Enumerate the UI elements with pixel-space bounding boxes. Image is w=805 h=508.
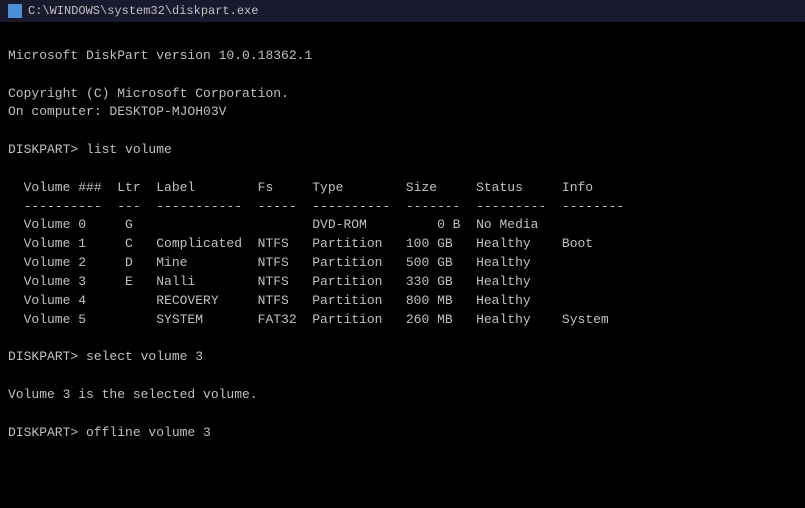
terminal-line: Volume 3 is the selected volume. [8, 386, 797, 405]
terminal-line: DISKPART> offline volume 3 [8, 424, 797, 443]
terminal-line: Volume 0 G DVD-ROM 0 B No Media [8, 216, 797, 235]
terminal-line: Microsoft DiskPart version 10.0.18362.1 [8, 47, 797, 66]
terminal-line: Volume 3 E Nalli NTFS Partition 330 GB H… [8, 273, 797, 292]
terminal-line: Volume 5 SYSTEM FAT32 Partition 260 MB H… [8, 311, 797, 330]
terminal-line: Volume 4 RECOVERY NTFS Partition 800 MB … [8, 292, 797, 311]
terminal-line [8, 66, 797, 85]
terminal-line: DISKPART> list volume [8, 141, 797, 160]
terminal-line: Volume 2 D Mine NTFS Partition 500 GB He… [8, 254, 797, 273]
terminal-line: Volume 1 C Complicated NTFS Partition 10… [8, 235, 797, 254]
terminal-line [8, 443, 797, 462]
terminal-line: ---------- --- ----------- ----- -------… [8, 198, 797, 217]
terminal-line [8, 405, 797, 424]
title-bar: C:\WINDOWS\system32\diskpart.exe [0, 0, 805, 22]
terminal-line [8, 28, 797, 47]
terminal-line: On computer: DESKTOP-MJOH03V [8, 103, 797, 122]
terminal-line: DISKPART> select volume 3 [8, 348, 797, 367]
terminal-line [8, 330, 797, 349]
terminal-line [8, 122, 797, 141]
terminal-line: Volume ### Ltr Label Fs Type Size Status… [8, 179, 797, 198]
terminal-line [8, 367, 797, 386]
terminal-line: Copyright (C) Microsoft Corporation. [8, 85, 797, 104]
terminal-line [8, 160, 797, 179]
cmd-icon [8, 4, 22, 18]
terminal-body: Microsoft DiskPart version 10.0.18362.1 … [0, 22, 805, 467]
title-text: C:\WINDOWS\system32\diskpart.exe [28, 4, 258, 18]
